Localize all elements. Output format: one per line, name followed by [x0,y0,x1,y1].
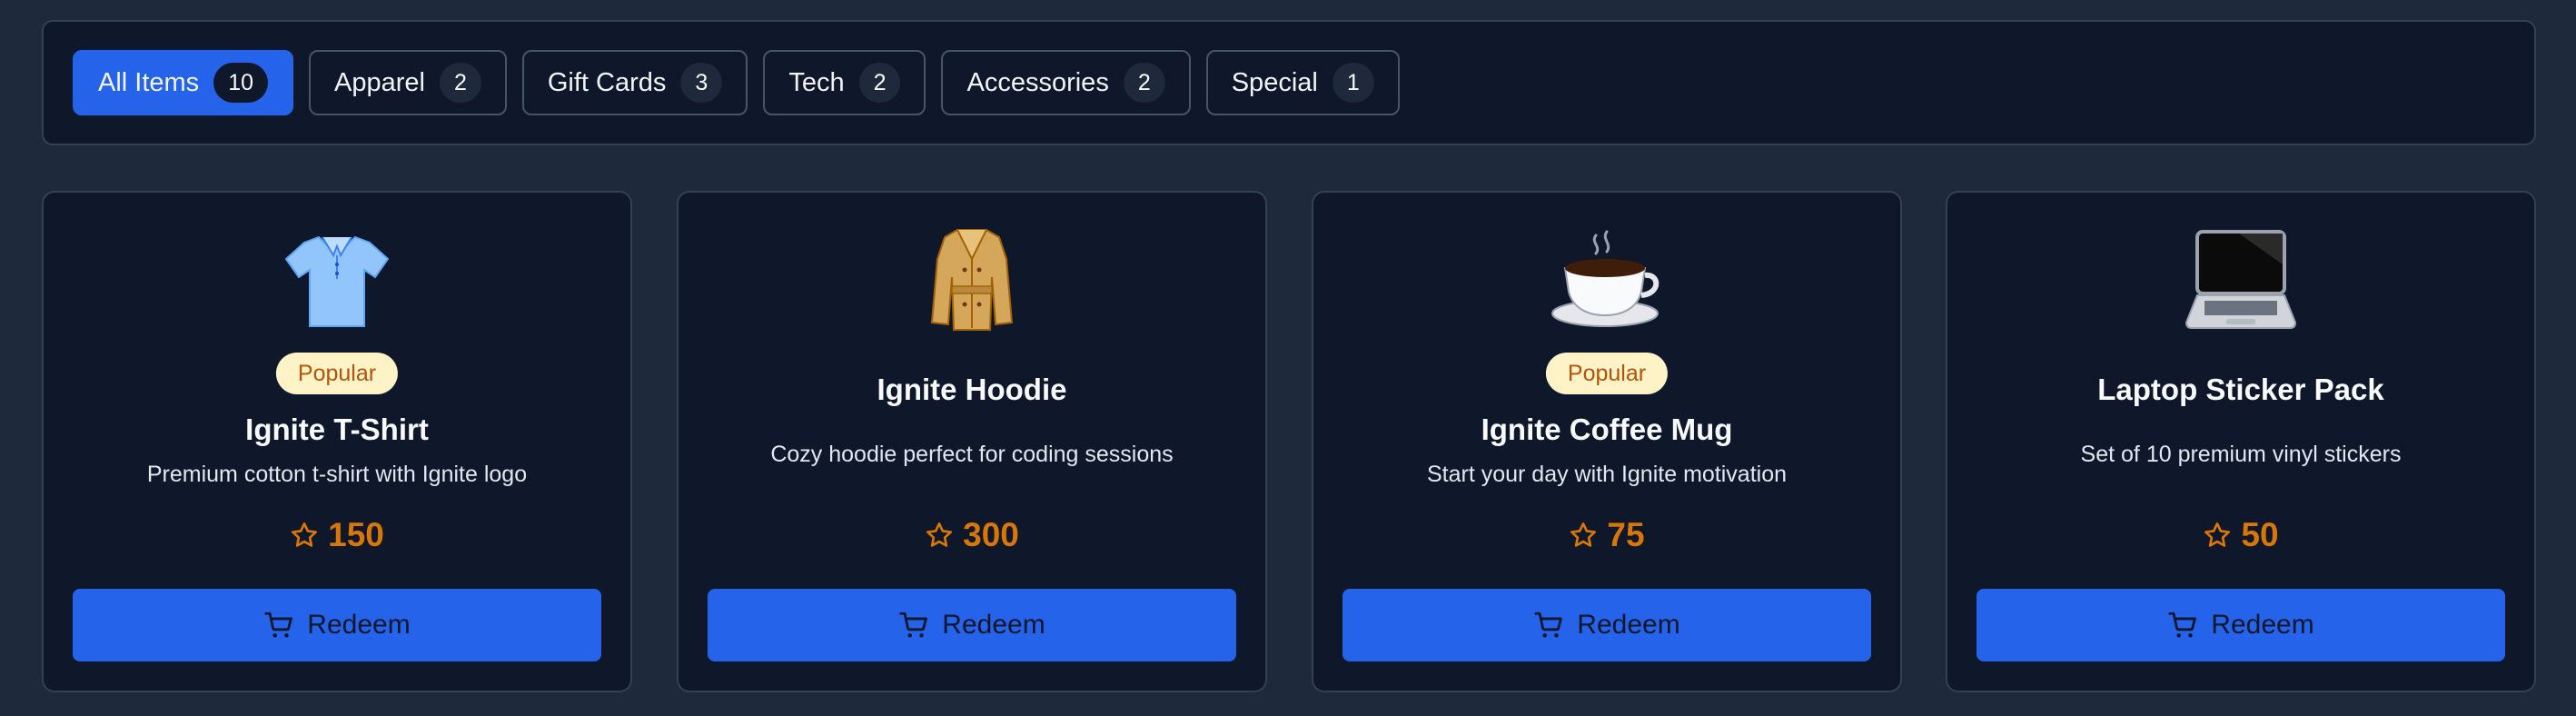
filter-count-badge: 2 [858,63,901,103]
product-price: 75 [1313,516,1900,554]
filter-label: Apparel [334,67,425,97]
product-card: Ignite Hoodie Cozy hoodie perfect for co… [677,191,1267,692]
star-icon [1570,522,1597,547]
price-value: 50 [2241,516,2279,553]
redeem-label: Redeem [2211,610,2314,640]
redeem-label: Redeem [307,610,411,640]
filter-gift-cards[interactable]: Gift Cards 3 [521,50,748,115]
product-card: Laptop Sticker Pack Set of 10 premium vi… [1946,191,2536,692]
product-title: Ignite Hoodie [877,373,1067,406]
product-description: Start your day with Ignite motivation [1426,462,1788,487]
t-shirt-icon [284,235,390,327]
filter-count-badge: 2 [1123,63,1165,103]
price-value: 300 [963,516,1019,553]
redeem-button[interactable]: Redeem [708,589,1236,661]
popular-badge: Popular [1545,353,1669,394]
product-price: 150 [44,516,630,554]
product-card: Popular Ignite Coffee Mug Start your day… [1312,191,1902,692]
coffee-icon [1551,230,1660,327]
redeem-button[interactable]: Redeem [1342,589,1871,661]
redeem-label: Redeem [1577,610,1680,640]
category-filter-bar: All Items 10 Apparel 2 Gift Cards 3 Tech… [42,20,2536,145]
redeem-label: Redeem [942,610,1045,640]
filter-label: All Items [98,67,200,97]
coat-icon [930,229,1014,331]
redeem-button[interactable]: Redeem [73,589,601,661]
price-value: 150 [328,516,384,553]
laptop-icon [2185,230,2297,329]
filter-count-badge: 10 [213,63,268,103]
filter-label: Tech [788,67,845,97]
product-card: Popular Ignite T-Shirt Premium cotton t-… [42,191,632,692]
product-description: Cozy hoodie perfect for coding sessions [770,442,1174,467]
popular-badge: Popular [275,353,399,394]
redeem-button[interactable]: Redeem [1977,589,2505,661]
cart-icon [1534,612,1563,638]
product-title: Ignite Coffee Mug [1481,413,1733,446]
filter-tech[interactable]: Tech 2 [763,50,926,115]
product-price: 300 [679,516,1265,554]
cart-icon [2168,612,2197,638]
filter-label: Accessories [966,67,1109,97]
filter-accessories[interactable]: Accessories 2 [941,50,1191,115]
product-description: Set of 10 premium vinyl stickers [2080,442,2402,467]
star-icon [926,522,953,547]
filter-count-badge: 3 [680,63,723,103]
filter-label: Gift Cards [547,67,667,97]
filter-all-items[interactable]: All Items 10 [73,50,293,115]
filter-apparel[interactable]: Apparel 2 [309,50,507,115]
product-description: Premium cotton t-shirt with Ignite logo [146,462,528,487]
filter-label: Special [1231,67,1318,97]
price-value: 75 [1607,516,1645,553]
product-title: Laptop Sticker Pack [2097,373,2384,406]
product-price: 50 [1947,516,2534,554]
star-icon [292,522,318,547]
star-icon [2204,522,2231,547]
cart-icon [264,612,293,638]
product-title: Ignite T-Shirt [245,413,429,446]
cart-icon [899,612,928,638]
filter-count-badge: 1 [1332,63,1374,103]
filter-special[interactable]: Special 1 [1205,50,1400,115]
filter-count-badge: 2 [439,63,481,103]
